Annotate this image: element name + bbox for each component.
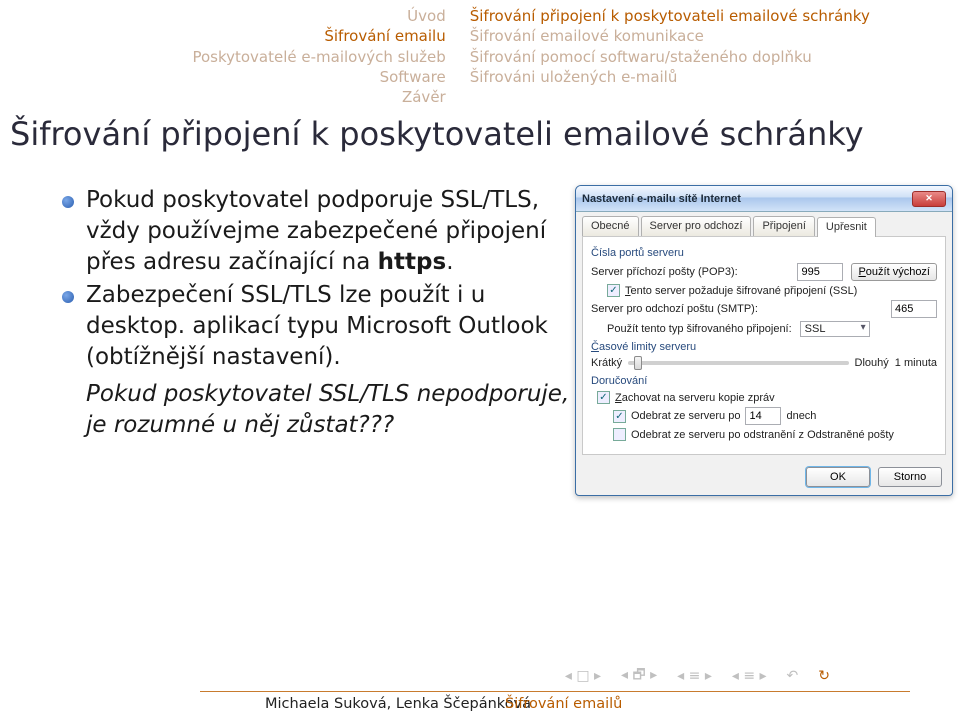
slide-header: Úvod Šifrování emailu Poskytovatelé e-ma… — [0, 0, 960, 105]
slider-thumb[interactable] — [634, 356, 642, 370]
nav-first-icon[interactable]: ◂ □ ▸ — [565, 668, 601, 684]
timeout-short: Krátký — [591, 357, 622, 369]
footer-authors: Michaela Suková, Lenka Ščepánková — [265, 696, 531, 712]
group-ports: Čísla portů serveru — [591, 247, 937, 259]
nav-item[interactable]: Úvod — [0, 6, 446, 26]
bullet-2: Zabezpečení SSL/TLS lze použít i u deskt… — [60, 280, 575, 373]
ok-button[interactable]: OK — [806, 467, 870, 487]
nav-item[interactable]: Poskytovatelé e-mailových služeb — [0, 47, 446, 67]
checkbox-keep-copy[interactable]: ✓ — [597, 391, 610, 404]
dialog-title: Nastavení e-mailu sítě Internet — [582, 193, 741, 205]
enc-type-select[interactable]: SSL — [800, 321, 870, 337]
dialog-titlebar[interactable]: Nastavení e-mailu sítě Internet ✕ — [576, 186, 952, 212]
dialog-body: Čísla portů serveru Server příchozí pošt… — [582, 236, 946, 455]
bullet-note: Pokud poskytovatel SSL/TLS nepodporuje, … — [60, 379, 575, 441]
row-timeout: Krátký Dlouhý 1 minuta — [591, 357, 937, 369]
bullet-1-text: Pokud poskytovatel podporuje SSL/TLS, vž… — [86, 187, 546, 275]
bullet-1-strong: https — [378, 249, 447, 275]
footer-separator — [200, 691, 910, 692]
group-delivery: Doručování — [591, 375, 937, 387]
ssl-incoming-label: Tento server požaduje šifrované připojen… — [625, 285, 857, 297]
pop3-label: Server příchozí pošty (POP3): — [591, 266, 797, 278]
nav-prev-icon[interactable]: ◂ 🗗 ▸ — [621, 664, 657, 688]
timeout-slider[interactable] — [628, 361, 848, 365]
slide-footer: ◂ □ ▸ ◂ 🗗 ▸ ◂ ≡ ▸ ◂ ≡ ▸ ↶ ↻ Michaela Suk… — [0, 672, 960, 714]
bullet-list: Pokud poskytovatel podporuje SSL/TLS, vž… — [0, 185, 575, 441]
checkbox-remove-deleted[interactable]: ✓ — [613, 428, 626, 441]
row-smtp: Server pro odchozí poštu (SMTP): — [591, 300, 937, 318]
tab-general[interactable]: Obecné — [582, 216, 639, 236]
settings-dialog: Nastavení e-mailu sítě Internet ✕ Obecné… — [575, 185, 953, 496]
dialog-buttons: OK Storno — [576, 461, 952, 495]
group-timeout: Časové limity serveru — [591, 341, 937, 353]
days-label: dnech — [786, 410, 816, 422]
row-encryption-type: Použít tento typ šifrovaného připojení: … — [591, 321, 937, 337]
tab-connection[interactable]: Připojení — [753, 216, 814, 236]
enc-type-label: Použít tento typ šifrovaného připojení: — [607, 323, 792, 335]
slide-title: Šifrování připojení k poskytovateli emai… — [10, 115, 864, 153]
subnav-item-active[interactable]: Šifrování připojení k poskytovateli emai… — [470, 6, 960, 26]
days-input[interactable] — [745, 407, 781, 425]
beamer-nav: ◂ □ ▸ ◂ 🗗 ▸ ◂ ≡ ▸ ◂ ≡ ▸ ↶ ↻ — [565, 664, 830, 688]
subnav-item[interactable]: Šifrování pomocí softwaru/staženého dopl… — [470, 47, 960, 67]
row-remove-deleted: ✓ Odebrat ze serveru po odstranění z Ods… — [591, 428, 937, 441]
timeout-value: 1 minuta — [895, 357, 937, 369]
nav-left: Úvod Šifrování emailu Poskytovatelé e-ma… — [0, 0, 458, 105]
subnav-item[interactable]: Šifrováni uložených e-mailů — [470, 67, 960, 87]
nav-item-active[interactable]: Šifrování emailu — [0, 26, 446, 46]
use-default-button[interactable]: Použít výchozí — [851, 263, 937, 281]
nav-right: Šifrování připojení k poskytovateli emai… — [458, 0, 960, 105]
smtp-input[interactable] — [891, 300, 937, 318]
remove-deleted-label: Odebrat ze serveru po odstranění z Odstr… — [631, 429, 894, 441]
bullet-1: Pokud poskytovatel podporuje SSL/TLS, vž… — [60, 185, 575, 278]
tab-outgoing[interactable]: Server pro odchozí — [641, 216, 752, 236]
nav-item[interactable]: Závěr — [0, 87, 446, 107]
subnav-item[interactable]: Šifrování emailové komunikace — [470, 26, 960, 46]
dialog-tabs: Obecné Server pro odchozí Připojení Upře… — [576, 212, 952, 236]
row-pop3: Server příchozí pošty (POP3): Použít výc… — [591, 263, 937, 281]
nav-next-icon[interactable]: ◂ ≡ ▸ — [732, 668, 767, 684]
slide-body: Pokud poskytovatel podporuje SSL/TLS, vž… — [0, 185, 960, 496]
timeout-long: Dlouhý — [855, 357, 889, 369]
pop3-input[interactable] — [797, 263, 843, 281]
dialog-column: Nastavení e-mailu sítě Internet ✕ Obecné… — [575, 185, 960, 496]
bullet-2-text: Zabezpečení SSL/TLS lze použít i u deskt… — [86, 282, 548, 370]
row-ssl-incoming: ✓ Tento server požaduje šifrované připoj… — [591, 284, 937, 297]
checkbox-remove-after[interactable]: ✓ — [613, 410, 626, 423]
row-keep-copy: ✓ Zachovat na serveru kopie zpráv — [591, 391, 937, 404]
cancel-button[interactable]: Storno — [878, 467, 942, 487]
checkbox-ssl-incoming[interactable]: ✓ — [607, 284, 620, 297]
keep-copy-label: Zachovat na serveru kopie zpráv — [615, 392, 775, 404]
remove-after-label: Odebrat ze serveru po — [631, 410, 740, 422]
footer-topic: Šifrování emailů — [505, 696, 622, 712]
bullet-1-tail: . — [446, 249, 453, 275]
close-icon[interactable]: ✕ — [912, 191, 946, 207]
nav-back-icon[interactable]: ◂ ≡ ▸ — [677, 668, 712, 684]
nav-undo-icon[interactable]: ↶ — [787, 668, 799, 684]
tab-advanced[interactable]: Upřesnit — [817, 217, 876, 237]
row-remove-after: ✓ Odebrat ze serveru po dnech — [591, 407, 937, 425]
nav-item[interactable]: Software — [0, 67, 446, 87]
smtp-label: Server pro odchozí poštu (SMTP): — [591, 303, 891, 315]
nav-loop-icon[interactable]: ↻ — [818, 668, 830, 684]
